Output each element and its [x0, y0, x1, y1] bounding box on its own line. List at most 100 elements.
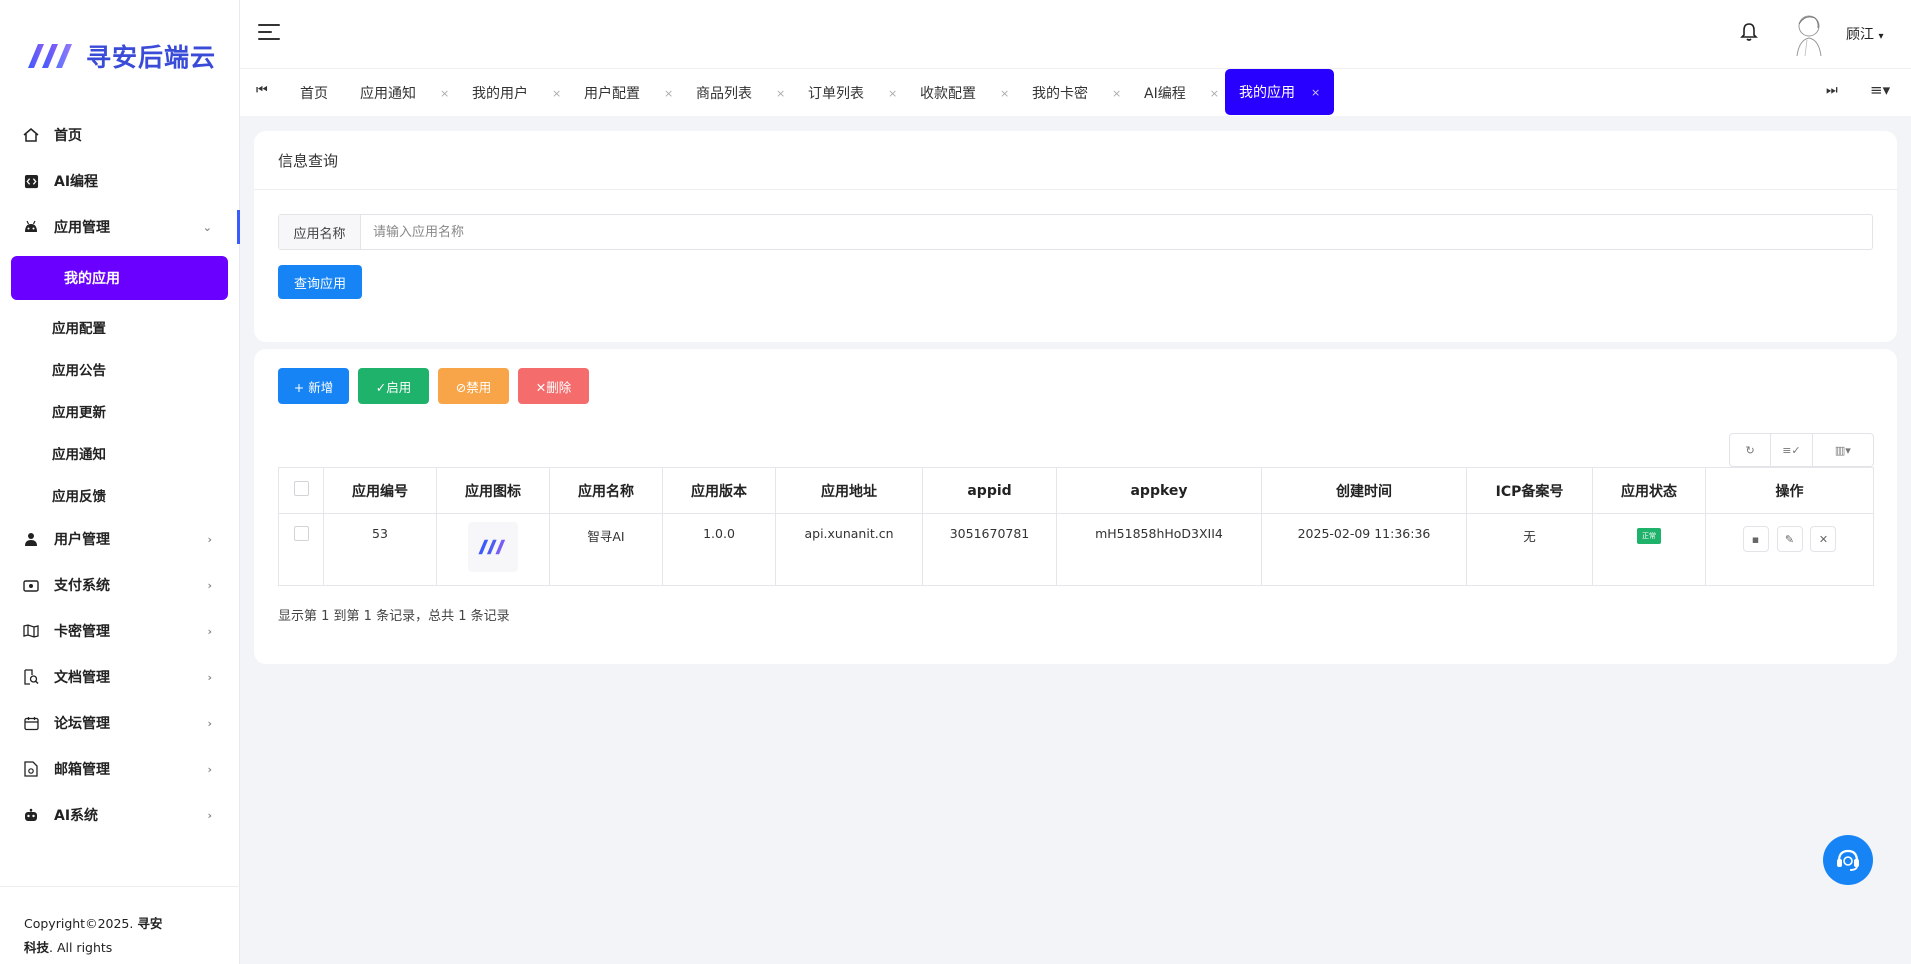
- tab-my-apps[interactable]: 我的应用 ×: [1225, 69, 1335, 115]
- brand-name: 寻安后端云: [86, 43, 217, 72]
- toggle-view-icon[interactable]: ≡✓: [1771, 434, 1813, 466]
- sidebar-item-payment[interactable]: 支付系统 ›: [0, 562, 240, 608]
- tab-scroll-left-icon[interactable]: ⏮: [256, 83, 268, 98]
- app-submenu: 我的应用 应用配置 应用公告 应用更新 应用通知 应用反馈: [0, 256, 240, 516]
- code-icon: [22, 172, 40, 190]
- sidebar-subitem-app-announcement[interactable]: 应用公告: [0, 348, 240, 390]
- tab-label: 首页: [300, 86, 328, 102]
- caret-down-icon: ▾: [1878, 31, 1884, 42]
- tab-payment-config[interactable]: 收款配置 ×: [920, 69, 1009, 117]
- save-icon[interactable]: ▪: [1742, 526, 1769, 552]
- sidebar-item-label: 卡密管理: [54, 624, 110, 640]
- sidebar-item-card-keys[interactable]: 卡密管理 ›: [0, 608, 240, 654]
- cell-version: 1.0.0: [662, 513, 776, 586]
- app-list-card: + 新增 ✓启用 ⊘禁用 ✕删除 ↻ ≡✓ ▥▾ 应用编号 应用图标 应用名称 …: [254, 349, 1897, 664]
- cell-appid: 3051670781: [922, 513, 1057, 586]
- refresh-icon[interactable]: ↻: [1730, 434, 1772, 466]
- menu-toggle-icon[interactable]: [258, 24, 280, 42]
- map-icon: [22, 622, 40, 640]
- col-header[interactable]: 应用版本: [662, 467, 776, 514]
- tab-scroll-right-icon[interactable]: ⏭: [1826, 83, 1838, 98]
- app-name-input[interactable]: [361, 215, 1872, 249]
- row-checkbox[interactable]: [293, 526, 309, 541]
- chevron-right-icon: ›: [207, 670, 212, 684]
- delete-button[interactable]: ✕删除: [518, 368, 589, 404]
- sidebar-item-forum[interactable]: 论坛管理 ›: [0, 700, 240, 746]
- cell-operations: ▪ ✎ ✕: [1705, 513, 1874, 586]
- tab-my-card-keys[interactable]: 我的卡密 ×: [1032, 69, 1121, 117]
- chevron-right-icon: ›: [207, 532, 212, 546]
- avatar[interactable]: [1785, 10, 1831, 58]
- sidebar-item-ai-system[interactable]: AI系统 ›: [0, 792, 240, 838]
- close-icon[interactable]: ×: [888, 87, 897, 100]
- tab-label: 用户配置: [584, 86, 640, 102]
- android-icon: [22, 218, 40, 236]
- chevron-right-icon: ›: [207, 762, 212, 776]
- col-header[interactable]: 应用地址: [775, 467, 923, 514]
- edit-icon[interactable]: ✎: [1776, 526, 1803, 552]
- col-header[interactable]: appkey: [1056, 467, 1262, 514]
- tab-menu-icon[interactable]: ≡▾: [1870, 81, 1890, 99]
- sidebar-item-ai-coding[interactable]: AI编程: [0, 158, 240, 204]
- query-app-button[interactable]: 查询应用: [278, 265, 362, 299]
- tab-product-list[interactable]: 商品列表 ×: [696, 69, 785, 117]
- disable-button[interactable]: ⊘禁用: [438, 368, 509, 404]
- columns-icon[interactable]: ▥▾: [1813, 434, 1873, 466]
- enable-button[interactable]: ✓启用: [358, 368, 429, 404]
- sidebar-item-label: 论坛管理: [54, 716, 110, 732]
- sidebar-subitem-app-notice[interactable]: 应用通知: [0, 432, 240, 474]
- sidebar-item-user-management[interactable]: 用户管理 ›: [0, 516, 240, 562]
- sidebar-item-mailbox[interactable]: 邮箱管理 ›: [0, 746, 240, 792]
- brand-logo[interactable]: 寻安后端云: [24, 38, 216, 74]
- close-icon[interactable]: ×: [664, 87, 673, 100]
- col-header[interactable]: 应用状态: [1592, 467, 1706, 514]
- cell-icp: 无: [1466, 513, 1593, 586]
- sidebar-item-home[interactable]: 首页: [0, 112, 240, 158]
- tab-app-notice[interactable]: 应用通知 ×: [360, 69, 449, 117]
- tab-my-users[interactable]: 我的用户 ×: [472, 69, 561, 117]
- close-icon[interactable]: ×: [552, 87, 561, 100]
- close-icon[interactable]: ×: [1000, 87, 1009, 100]
- sidebar-subitem-my-apps[interactable]: 我的应用: [11, 256, 228, 300]
- sidebar-item-label: 首页: [54, 128, 82, 144]
- col-header[interactable]: 应用图标: [436, 467, 550, 514]
- sidebar-subitem-app-config[interactable]: 应用配置: [0, 306, 240, 348]
- tab-label: 收款配置: [920, 86, 976, 102]
- table-toolbar: ↻ ≡✓ ▥▾: [1729, 433, 1874, 467]
- mail-doc-icon: [22, 760, 40, 778]
- sidebar-item-label: AI系统: [54, 808, 99, 824]
- close-icon[interactable]: ✕: [1810, 526, 1837, 552]
- col-header[interactable]: 创建时间: [1261, 467, 1467, 514]
- app-logo-icon: [468, 522, 518, 572]
- calendar-icon: [22, 714, 40, 732]
- doc-search-icon: [22, 668, 40, 686]
- home-icon: [22, 126, 40, 144]
- cell-name: 智寻AI: [549, 513, 663, 586]
- bell-icon[interactable]: [1740, 22, 1762, 46]
- app-table: 应用编号 应用图标 应用名称 应用版本 应用地址 appid appkey 创建…: [278, 467, 1874, 586]
- sidebar-subitem-app-update[interactable]: 应用更新: [0, 390, 240, 432]
- tab-home[interactable]: 首页: [300, 69, 328, 117]
- tab-order-list[interactable]: 订单列表 ×: [808, 69, 897, 117]
- chevron-right-icon: ›: [207, 716, 212, 730]
- col-header[interactable]: 应用编号: [323, 467, 437, 514]
- tab-ai-coding[interactable]: AI编程 ×: [1144, 69, 1219, 117]
- col-header[interactable]: ICP备案号: [1466, 467, 1593, 514]
- close-icon[interactable]: ×: [1112, 87, 1121, 100]
- close-icon[interactable]: ×: [776, 87, 785, 100]
- table-row[interactable]: 53 智寻AI 1.0.0 api.xunanit.cn 3051670781 …: [278, 513, 1874, 586]
- col-header[interactable]: appid: [922, 467, 1057, 514]
- sidebar-item-docs[interactable]: 文档管理 ›: [0, 654, 240, 700]
- close-icon[interactable]: ×: [1210, 87, 1219, 100]
- sidebar-menu: 首页 AI编程 应用管理 ⌄ 我的应用 应用配置 应用公告 应用更新 应用通知 …: [0, 112, 240, 838]
- sidebar-item-app-management[interactable]: 应用管理 ⌄: [0, 204, 240, 250]
- select-all-checkbox[interactable]: [293, 481, 309, 496]
- add-button[interactable]: + 新增: [278, 368, 349, 404]
- sidebar-subitem-app-feedback[interactable]: 应用反馈: [0, 474, 240, 516]
- col-header[interactable]: 应用名称: [549, 467, 663, 514]
- customer-support-icon[interactable]: [1823, 835, 1873, 885]
- close-icon[interactable]: ×: [440, 87, 449, 100]
- close-icon[interactable]: ×: [1311, 86, 1320, 99]
- user-menu[interactable]: 顾江 ▾: [1846, 24, 1883, 44]
- tab-user-config[interactable]: 用户配置 ×: [584, 69, 673, 117]
